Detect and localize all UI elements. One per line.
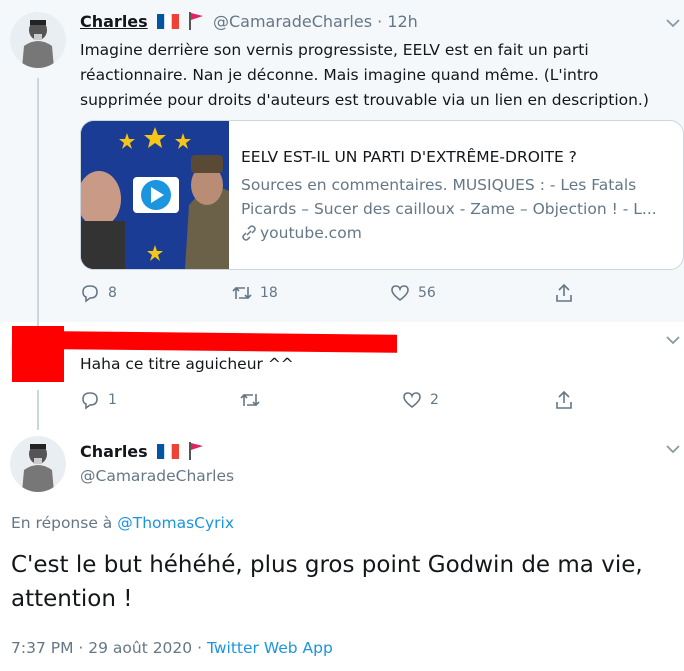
share-icon <box>556 390 572 409</box>
avatar-figure-icon <box>22 20 54 68</box>
thread-line <box>37 78 39 326</box>
source-link[interactable]: Twitter Web App <box>207 639 333 657</box>
card-description: Sources en commentaires. MUSIQUES : - Le… <box>241 176 657 218</box>
video-thumbnail <box>81 121 229 269</box>
retweet-icon <box>232 286 252 300</box>
reply-icon <box>82 392 98 410</box>
share-button[interactable] <box>554 283 574 303</box>
avatar[interactable] <box>10 12 66 68</box>
link-card[interactable]: EELV EST-IL UN PARTI D'EXTRÊME-DROITE ? … <box>80 120 684 270</box>
reply-icon <box>82 285 98 303</box>
retweet-button[interactable] <box>240 390 402 410</box>
tweet-actions: 1 2 <box>80 390 574 410</box>
author-name-row: Charles <box>80 442 204 461</box>
card-title: EELV EST-IL UN PARTI D'EXTRÊME-DROITE ? <box>241 148 577 166</box>
france-flag-icon <box>156 444 179 459</box>
red-flag-icon <box>188 12 203 30</box>
red-flag-icon <box>188 442 203 460</box>
redaction-box <box>12 326 64 382</box>
retweet-button[interactable]: 18 <box>232 283 390 303</box>
reply-count: 8 <box>108 285 117 301</box>
thread-line <box>37 390 39 430</box>
tweet-text: Imagine derrière son vernis progressiste… <box>80 41 649 109</box>
reply-button[interactable]: 1 <box>80 390 240 410</box>
tweet-metadata: 7:37 PM · 29 août 2020 · Twitter Web App <box>11 639 333 657</box>
link-icon <box>242 225 256 241</box>
like-button[interactable]: 2 <box>402 390 554 410</box>
tweet-text: Haha ce titre aguicheur ^^ <box>80 355 294 373</box>
reply-to-link[interactable]: @ThomasCyrix <box>117 514 234 532</box>
like-count: 2 <box>430 392 439 408</box>
tweet-header: Charles @CamaradeCharles · 12h <box>80 12 418 31</box>
heart-icon <box>391 285 409 302</box>
chevron-down-icon[interactable] <box>666 444 680 454</box>
tweet-actions: 8 18 56 <box>80 283 574 303</box>
focused-tweet-text: C'est le but héhéhé, plus gros point God… <box>11 552 643 612</box>
chevron-down-icon[interactable] <box>666 18 680 28</box>
reply-count: 1 <box>108 392 117 408</box>
display-name[interactable]: Charles <box>80 12 148 31</box>
reply-prefix: En réponse à <box>11 514 113 532</box>
tweet-time[interactable]: · 12h <box>377 12 418 31</box>
reply-button[interactable]: 8 <box>80 283 232 303</box>
retweet-count: 18 <box>260 285 278 301</box>
avatar[interactable] <box>10 436 66 492</box>
france-flag-icon <box>156 14 179 29</box>
display-name[interactable]: Charles <box>80 442 148 461</box>
share-icon <box>556 283 572 302</box>
heart-icon <box>403 392 421 409</box>
card-domain: youtube.com <box>260 224 362 242</box>
share-button[interactable] <box>554 390 574 410</box>
handle[interactable]: @CamaradeCharles <box>80 467 234 485</box>
reply-context: En réponse à @ThomasCyrix <box>11 514 234 532</box>
avatar-figure-icon <box>22 444 54 492</box>
chevron-down-icon[interactable] <box>666 335 680 345</box>
handle[interactable]: @CamaradeCharles <box>213 12 372 31</box>
timestamp[interactable]: 7:37 PM · 29 août 2020 · <box>11 639 202 657</box>
play-video-icon[interactable] <box>131 173 181 217</box>
retweet-icon <box>240 393 260 407</box>
like-button[interactable]: 56 <box>390 283 554 303</box>
like-count: 56 <box>418 285 436 301</box>
redaction-box <box>62 331 397 353</box>
